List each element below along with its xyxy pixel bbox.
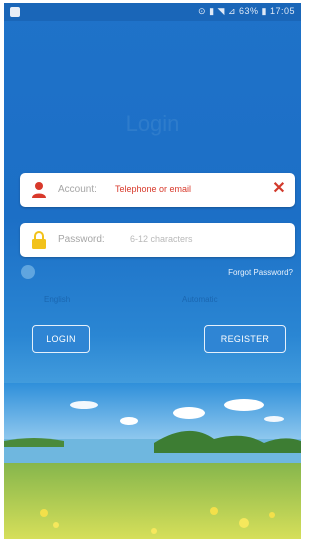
mode-select[interactable]: Automatic [182,295,218,304]
user-icon [32,182,46,198]
radio-icon[interactable] [21,265,35,279]
close-icon[interactable]: ✕ [271,180,287,198]
password-label: Password: [58,234,105,245]
status-text: ⊙ ▮ ◥ ⊿ 63% ▮ 17:05 [198,6,295,16]
password-input[interactable]: 6-12 characters [130,234,193,244]
page-title: Login [125,111,180,136]
phone-screen: ⊙ ▮ ◥ ⊿ 63% ▮ 17:05 Login Account: Telep… [4,3,301,539]
language-select[interactable]: English [44,295,70,304]
forgot-password-link[interactable]: Forgot Password? [228,268,293,277]
password-field[interactable]: Password: 6-12 characters [20,223,295,257]
login-button[interactable]: LOGIN [32,325,90,353]
account-label: Account: [58,184,97,195]
account-field[interactable]: Account: Telephone or email ✕ [20,173,295,207]
lock-icon [32,231,46,249]
landscape-background [4,383,301,539]
notification-icon [10,7,20,17]
status-bar: ⊙ ▮ ◥ ⊿ 63% ▮ 17:05 [4,3,301,21]
account-input[interactable]: Telephone or email [115,184,191,194]
register-button[interactable]: REGISTER [204,325,286,353]
